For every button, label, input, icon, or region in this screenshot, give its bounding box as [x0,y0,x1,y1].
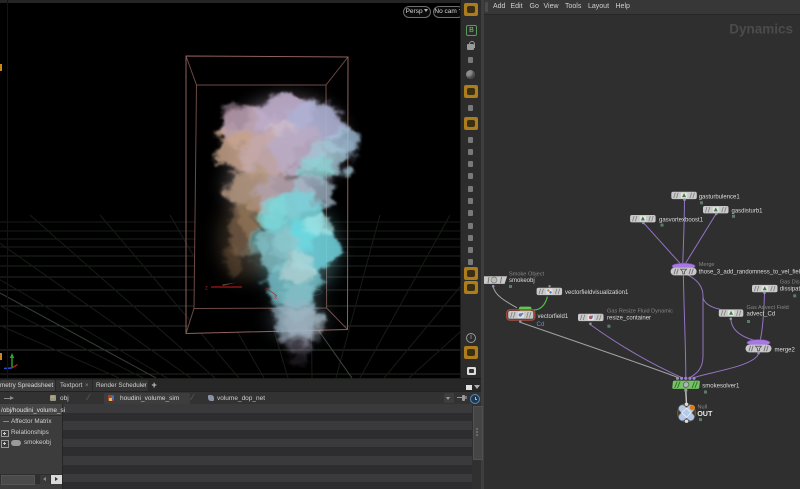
svg-text:Gas Dissipate: Gas Dissipate [780,280,800,286]
svg-text:advect_Cd: advect_Cd [747,312,776,318]
svg-text:smokesolver1: smokesolver1 [702,383,740,389]
svg-text:Dynamics: Dynamics [729,22,793,37]
svg-text:vectorfieldvisualization1: vectorfieldvisualization1 [565,290,629,296]
svg-text:merge2: merge2 [775,347,796,353]
svg-text:x: x [274,295,277,301]
svg-text:Smoke Object: Smoke Object [509,272,545,278]
svg-text:Cd: Cd [537,321,545,328]
svg-text:z: z [205,286,208,292]
svg-text:Gas Resize Fluid Dynamic: Gas Resize Fluid Dynamic [607,309,673,315]
svg-text:those_3_add_randomness_to_vel_: those_3_add_randomness_to_vel_field [699,269,800,275]
svg-text:Merge: Merge [699,262,715,268]
svg-text:smokeobj: smokeobj [509,278,535,284]
svg-text:vectorfield1: vectorfield1 [538,314,569,320]
svg-text:gasturbulence1: gasturbulence1 [699,194,741,200]
svg-text:dissipate: dissipate [780,286,800,292]
svg-text:gasdisturb1: gasdisturb1 [732,209,764,215]
svg-text:Gas Advect Field: Gas Advect Field [747,305,789,311]
svg-text:resize_container: resize_container [607,316,651,322]
svg-text:OUT: OUT [697,409,713,418]
svg-text:gasvortexboost1: gasvortexboost1 [659,217,704,223]
